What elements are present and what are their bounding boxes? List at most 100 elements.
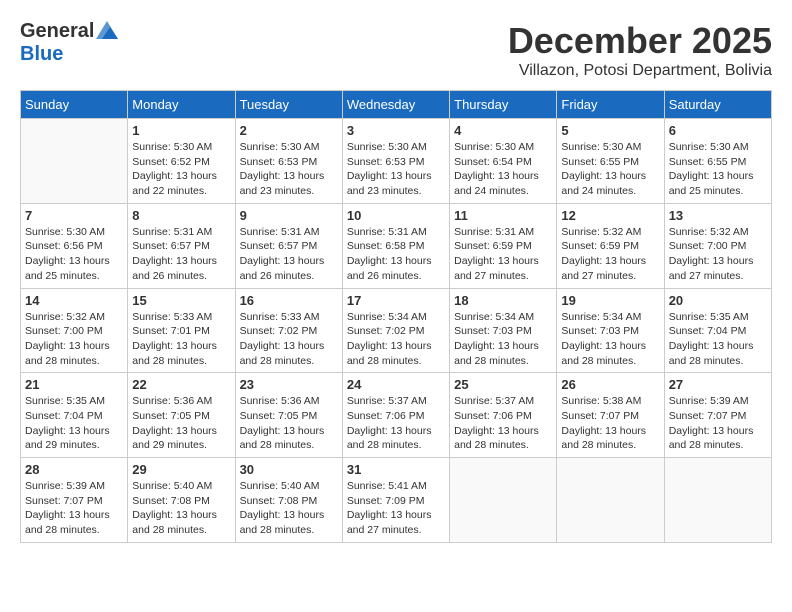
day-info: Sunrise: 5:32 AM Sunset: 7:00 PM Dayligh… <box>669 225 767 284</box>
day-number: 31 <box>347 462 445 477</box>
calendar-cell: 12 Sunrise: 5:32 AM Sunset: 6:59 PM Dayli… <box>557 203 664 288</box>
calendar-cell: 5 Sunrise: 5:30 AM Sunset: 6:55 PM Daylig… <box>557 119 664 204</box>
day-number: 23 <box>240 377 338 392</box>
day-info: Sunrise: 5:33 AM Sunset: 7:02 PM Dayligh… <box>240 310 338 369</box>
day-info: Sunrise: 5:37 AM Sunset: 7:06 PM Dayligh… <box>454 394 552 453</box>
day-header-wednesday: Wednesday <box>342 91 449 119</box>
day-number: 11 <box>454 208 552 223</box>
calendar-cell: 1Sunrise: 5:30 AM Sunset: 6:52 PM Daylig… <box>128 119 235 204</box>
day-number: 16 <box>240 293 338 308</box>
day-number: 25 <box>454 377 552 392</box>
day-info: Sunrise: 5:35 AM Sunset: 7:04 PM Dayligh… <box>669 310 767 369</box>
day-number: 5 <box>561 123 659 138</box>
day-number: 20 <box>669 293 767 308</box>
calendar-cell: 24 Sunrise: 5:37 AM Sunset: 7:06 PM Dayli… <box>342 373 449 458</box>
day-number: 12 <box>561 208 659 223</box>
day-header-thursday: Thursday <box>450 91 557 119</box>
day-info: Sunrise: 5:34 AM Sunset: 7:03 PM Dayligh… <box>561 310 659 369</box>
day-number: 2 <box>240 123 338 138</box>
day-info: Sunrise: 5:30 AM Sunset: 6:53 PM Dayligh… <box>240 140 338 199</box>
calendar-table: SundayMondayTuesdayWednesdayThursdayFrid… <box>20 90 772 543</box>
day-number: 8 <box>132 208 230 223</box>
day-info: Sunrise: 5:38 AM Sunset: 7:07 PM Dayligh… <box>561 394 659 453</box>
day-number: 18 <box>454 293 552 308</box>
location-text: Villazon, Potosi Department, Bolivia <box>508 62 772 80</box>
month-title: December 2025 <box>508 20 772 62</box>
calendar-cell: 29 Sunrise: 5:40 AM Sunset: 7:08 PM Dayli… <box>128 458 235 543</box>
day-number: 24 <box>347 377 445 392</box>
day-number: 1 <box>132 123 230 138</box>
calendar-week-row: 1Sunrise: 5:30 AM Sunset: 6:52 PM Daylig… <box>21 119 772 204</box>
day-number: 3 <box>347 123 445 138</box>
day-info: Sunrise: 5:31 AM Sunset: 6:58 PM Dayligh… <box>347 225 445 284</box>
day-number: 10 <box>347 208 445 223</box>
calendar-cell: 26 Sunrise: 5:38 AM Sunset: 7:07 PM Dayli… <box>557 373 664 458</box>
day-number: 29 <box>132 462 230 477</box>
day-header-sunday: Sunday <box>21 91 128 119</box>
calendar-cell: 30Sunrise: 5:40 AM Sunset: 7:08 PM Dayli… <box>235 458 342 543</box>
day-number: 7 <box>25 208 123 223</box>
calendar-cell: 2 Sunrise: 5:30 AM Sunset: 6:53 PM Daylig… <box>235 119 342 204</box>
day-number: 22 <box>132 377 230 392</box>
page-header: General Blue December 2025 Villazon, Pot… <box>20 20 772 80</box>
calendar-week-row: 14Sunrise: 5:32 AM Sunset: 7:00 PM Dayli… <box>21 288 772 373</box>
calendar-cell: 31 Sunrise: 5:41 AM Sunset: 7:09 PM Dayli… <box>342 458 449 543</box>
calendar-cell: 13Sunrise: 5:32 AM Sunset: 7:00 PM Dayli… <box>664 203 771 288</box>
logo-blue-text: Blue <box>20 43 63 66</box>
calendar-week-row: 7 Sunrise: 5:30 AM Sunset: 6:56 PM Daylig… <box>21 203 772 288</box>
calendar-cell: 20 Sunrise: 5:35 AM Sunset: 7:04 PM Dayli… <box>664 288 771 373</box>
day-info: Sunrise: 5:35 AM Sunset: 7:04 PM Dayligh… <box>25 394 123 453</box>
day-number: 19 <box>561 293 659 308</box>
calendar-cell <box>557 458 664 543</box>
day-info: Sunrise: 5:37 AM Sunset: 7:06 PM Dayligh… <box>347 394 445 453</box>
logo: General Blue <box>20 20 118 66</box>
day-number: 6 <box>669 123 767 138</box>
calendar-cell: 27 Sunrise: 5:39 AM Sunset: 7:07 PM Dayli… <box>664 373 771 458</box>
calendar-cell: 9 Sunrise: 5:31 AM Sunset: 6:57 PM Daylig… <box>235 203 342 288</box>
calendar-cell <box>21 119 128 204</box>
calendar-cell: 28Sunrise: 5:39 AM Sunset: 7:07 PM Dayli… <box>21 458 128 543</box>
calendar-cell: 16 Sunrise: 5:33 AM Sunset: 7:02 PM Dayli… <box>235 288 342 373</box>
calendar-cell: 19 Sunrise: 5:34 AM Sunset: 7:03 PM Dayli… <box>557 288 664 373</box>
day-info: Sunrise: 5:30 AM Sunset: 6:55 PM Dayligh… <box>561 140 659 199</box>
day-info: Sunrise: 5:32 AM Sunset: 6:59 PM Dayligh… <box>561 225 659 284</box>
day-info: Sunrise: 5:40 AM Sunset: 7:08 PM Dayligh… <box>132 479 230 538</box>
day-info: Sunrise: 5:30 AM Sunset: 6:56 PM Dayligh… <box>25 225 123 284</box>
calendar-cell: 7 Sunrise: 5:30 AM Sunset: 6:56 PM Daylig… <box>21 203 128 288</box>
calendar-cell: 21 Sunrise: 5:35 AM Sunset: 7:04 PM Dayli… <box>21 373 128 458</box>
day-info: Sunrise: 5:41 AM Sunset: 7:09 PM Dayligh… <box>347 479 445 538</box>
day-number: 9 <box>240 208 338 223</box>
day-info: Sunrise: 5:33 AM Sunset: 7:01 PM Dayligh… <box>132 310 230 369</box>
calendar-cell: 17Sunrise: 5:34 AM Sunset: 7:02 PM Dayli… <box>342 288 449 373</box>
day-header-tuesday: Tuesday <box>235 91 342 119</box>
day-info: Sunrise: 5:31 AM Sunset: 6:57 PM Dayligh… <box>240 225 338 284</box>
day-info: Sunrise: 5:40 AM Sunset: 7:08 PM Dayligh… <box>240 479 338 538</box>
day-number: 27 <box>669 377 767 392</box>
day-number: 26 <box>561 377 659 392</box>
calendar-cell: 3 Sunrise: 5:30 AM Sunset: 6:53 PM Daylig… <box>342 119 449 204</box>
day-info: Sunrise: 5:39 AM Sunset: 7:07 PM Dayligh… <box>669 394 767 453</box>
day-info: Sunrise: 5:30 AM Sunset: 6:55 PM Dayligh… <box>669 140 767 199</box>
day-header-friday: Friday <box>557 91 664 119</box>
day-info: Sunrise: 5:36 AM Sunset: 7:05 PM Dayligh… <box>240 394 338 453</box>
day-info: Sunrise: 5:30 AM Sunset: 6:54 PM Dayligh… <box>454 140 552 199</box>
title-section: December 2025 Villazon, Potosi Departmen… <box>508 20 772 80</box>
logo-general-text: General <box>20 20 94 43</box>
day-info: Sunrise: 5:30 AM Sunset: 6:53 PM Dayligh… <box>347 140 445 199</box>
calendar-header-row: SundayMondayTuesdayWednesdayThursdayFrid… <box>21 91 772 119</box>
day-info: Sunrise: 5:34 AM Sunset: 7:02 PM Dayligh… <box>347 310 445 369</box>
calendar-cell: 11Sunrise: 5:31 AM Sunset: 6:59 PM Dayli… <box>450 203 557 288</box>
calendar-cell: 6 Sunrise: 5:30 AM Sunset: 6:55 PM Daylig… <box>664 119 771 204</box>
day-header-monday: Monday <box>128 91 235 119</box>
day-info: Sunrise: 5:36 AM Sunset: 7:05 PM Dayligh… <box>132 394 230 453</box>
day-number: 4 <box>454 123 552 138</box>
calendar-week-row: 21 Sunrise: 5:35 AM Sunset: 7:04 PM Dayli… <box>21 373 772 458</box>
calendar-cell: 23 Sunrise: 5:36 AM Sunset: 7:05 PM Dayli… <box>235 373 342 458</box>
day-info: Sunrise: 5:32 AM Sunset: 7:00 PM Dayligh… <box>25 310 123 369</box>
calendar-cell: 18Sunrise: 5:34 AM Sunset: 7:03 PM Dayli… <box>450 288 557 373</box>
calendar-week-row: 28Sunrise: 5:39 AM Sunset: 7:07 PM Dayli… <box>21 458 772 543</box>
calendar-cell: 15Sunrise: 5:33 AM Sunset: 7:01 PM Dayli… <box>128 288 235 373</box>
day-number: 21 <box>25 377 123 392</box>
day-info: Sunrise: 5:31 AM Sunset: 6:57 PM Dayligh… <box>132 225 230 284</box>
calendar-cell: 10 Sunrise: 5:31 AM Sunset: 6:58 PM Dayli… <box>342 203 449 288</box>
